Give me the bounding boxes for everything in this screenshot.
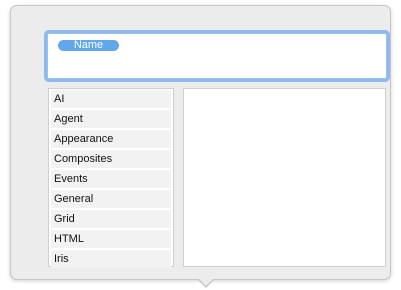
category-item-general[interactable]: General bbox=[51, 190, 171, 208]
category-item-html[interactable]: HTML bbox=[51, 230, 171, 248]
stage: Name AI Agent Appearance Composites Even… bbox=[0, 0, 401, 290]
popover-arrow bbox=[199, 279, 213, 286]
category-item-events[interactable]: Events bbox=[51, 170, 171, 188]
category-item-grid[interactable]: Grid bbox=[51, 210, 171, 228]
category-item-agent[interactable]: Agent bbox=[51, 110, 171, 128]
name-token[interactable]: Name bbox=[58, 40, 119, 51]
category-item-appearance[interactable]: Appearance bbox=[51, 130, 171, 148]
name-field[interactable]: Name bbox=[47, 33, 387, 79]
category-item-composites[interactable]: Composites bbox=[51, 150, 171, 168]
detail-pane[interactable] bbox=[183, 88, 386, 267]
category-list[interactable]: AI Agent Appearance Composites Events Ge… bbox=[48, 88, 174, 268]
popover: Name AI Agent Appearance Composites Even… bbox=[10, 5, 391, 280]
category-item-ai[interactable]: AI bbox=[51, 90, 171, 108]
category-item-iris[interactable]: Iris bbox=[51, 250, 171, 268]
